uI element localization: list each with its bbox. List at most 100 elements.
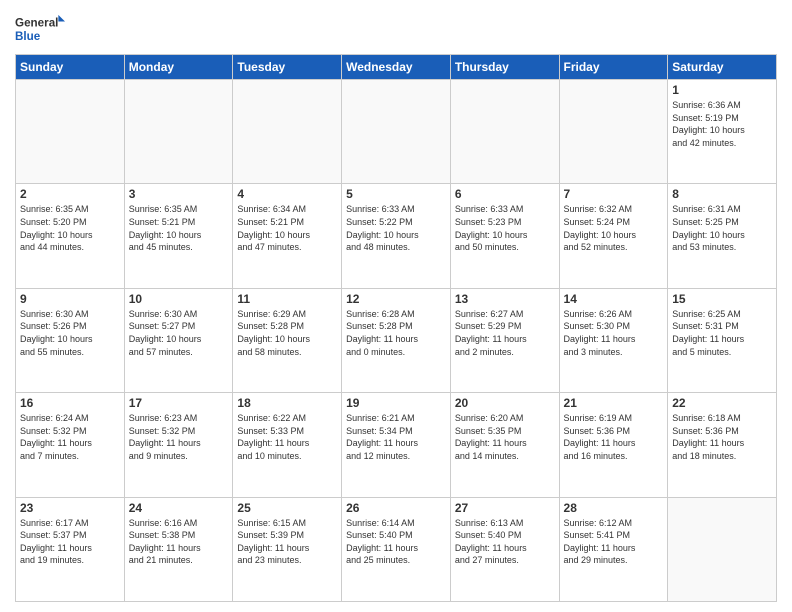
day-info: Sunrise: 6:30 AM Sunset: 5:27 PM Dayligh…: [129, 308, 229, 358]
day-number: 28: [564, 501, 664, 515]
day-number: 17: [129, 396, 229, 410]
day-info: Sunrise: 6:32 AM Sunset: 5:24 PM Dayligh…: [564, 203, 664, 253]
calendar-cell: [668, 497, 777, 601]
day-info: Sunrise: 6:16 AM Sunset: 5:38 PM Dayligh…: [129, 517, 229, 567]
day-number: 23: [20, 501, 120, 515]
calendar-cell: 28 Sunrise: 6:12 AM Sunset: 5:41 PM Dayli…: [559, 497, 668, 601]
day-number: 27: [455, 501, 555, 515]
calendar-header-sunday: Sunday: [16, 55, 125, 80]
day-info: Sunrise: 6:36 AM Sunset: 5:19 PM Dayligh…: [672, 99, 772, 149]
day-number: 21: [564, 396, 664, 410]
calendar-cell: 13 Sunrise: 6:27 AM Sunset: 5:29 PM Dayli…: [450, 288, 559, 392]
calendar-cell: [450, 80, 559, 184]
calendar-cell: 15 Sunrise: 6:25 AM Sunset: 5:31 PM Dayli…: [668, 288, 777, 392]
calendar-cell: [233, 80, 342, 184]
day-number: 14: [564, 292, 664, 306]
day-info: Sunrise: 6:27 AM Sunset: 5:29 PM Dayligh…: [455, 308, 555, 358]
calendar-cell: 3Sunrise: 6:35 AM Sunset: 5:21 PM Daylig…: [124, 184, 233, 288]
calendar-cell: 14 Sunrise: 6:26 AM Sunset: 5:30 PM Dayli…: [559, 288, 668, 392]
calendar-header-row: SundayMondayTuesdayWednesdayThursdayFrid…: [16, 55, 777, 80]
calendar-cell: 24 Sunrise: 6:16 AM Sunset: 5:38 PM Dayli…: [124, 497, 233, 601]
day-info: Sunrise: 6:14 AM Sunset: 5:40 PM Dayligh…: [346, 517, 446, 567]
day-info: Sunrise: 6:20 AM Sunset: 5:35 PM Dayligh…: [455, 412, 555, 462]
day-info: Sunrise: 6:19 AM Sunset: 5:36 PM Dayligh…: [564, 412, 664, 462]
calendar-cell: 25Sunrise: 6:15 AM Sunset: 5:39 PM Dayli…: [233, 497, 342, 601]
day-info: Sunrise: 6:22 AM Sunset: 5:33 PM Dayligh…: [237, 412, 337, 462]
calendar-week-3: 9 Sunrise: 6:30 AM Sunset: 5:26 PM Daylig…: [16, 288, 777, 392]
calendar-cell: 5 Sunrise: 6:33 AM Sunset: 5:22 PM Daylig…: [342, 184, 451, 288]
calendar-cell: 26Sunrise: 6:14 AM Sunset: 5:40 PM Dayli…: [342, 497, 451, 601]
calendar-header-tuesday: Tuesday: [233, 55, 342, 80]
calendar-cell: 18 Sunrise: 6:22 AM Sunset: 5:33 PM Dayli…: [233, 393, 342, 497]
calendar-cell: 23 Sunrise: 6:17 AM Sunset: 5:37 PM Dayli…: [16, 497, 125, 601]
day-info: Sunrise: 6:26 AM Sunset: 5:30 PM Dayligh…: [564, 308, 664, 358]
calendar-cell: 22Sunrise: 6:18 AM Sunset: 5:36 PM Dayli…: [668, 393, 777, 497]
day-info: Sunrise: 6:29 AM Sunset: 5:28 PM Dayligh…: [237, 308, 337, 358]
calendar-header-thursday: Thursday: [450, 55, 559, 80]
calendar-cell: 20 Sunrise: 6:20 AM Sunset: 5:35 PM Dayli…: [450, 393, 559, 497]
day-number: 12: [346, 292, 446, 306]
day-number: 9: [20, 292, 120, 306]
calendar-cell: [16, 80, 125, 184]
calendar-cell: 6 Sunrise: 6:33 AM Sunset: 5:23 PM Daylig…: [450, 184, 559, 288]
calendar-table: SundayMondayTuesdayWednesdayThursdayFrid…: [15, 54, 777, 602]
day-number: 19: [346, 396, 446, 410]
day-number: 16: [20, 396, 120, 410]
calendar-week-4: 16 Sunrise: 6:24 AM Sunset: 5:32 PM Dayli…: [16, 393, 777, 497]
calendar-cell: 19 Sunrise: 6:21 AM Sunset: 5:34 PM Dayli…: [342, 393, 451, 497]
calendar-cell: 7 Sunrise: 6:32 AM Sunset: 5:24 PM Daylig…: [559, 184, 668, 288]
day-info: Sunrise: 6:34 AM Sunset: 5:21 PM Dayligh…: [237, 203, 337, 253]
calendar-cell: 21 Sunrise: 6:19 AM Sunset: 5:36 PM Dayli…: [559, 393, 668, 497]
calendar-cell: 9 Sunrise: 6:30 AM Sunset: 5:26 PM Daylig…: [16, 288, 125, 392]
calendar-header-friday: Friday: [559, 55, 668, 80]
day-info: Sunrise: 6:35 AM Sunset: 5:21 PM Dayligh…: [129, 203, 229, 253]
calendar-week-1: 1Sunrise: 6:36 AM Sunset: 5:19 PM Daylig…: [16, 80, 777, 184]
calendar-cell: 11 Sunrise: 6:29 AM Sunset: 5:28 PM Dayli…: [233, 288, 342, 392]
day-info: Sunrise: 6:25 AM Sunset: 5:31 PM Dayligh…: [672, 308, 772, 358]
calendar-header-monday: Monday: [124, 55, 233, 80]
day-number: 8: [672, 187, 772, 201]
page: General Blue SundayMondayTuesdayWednesda…: [0, 0, 792, 612]
day-info: Sunrise: 6:33 AM Sunset: 5:22 PM Dayligh…: [346, 203, 446, 253]
calendar-cell: [124, 80, 233, 184]
day-number: 11: [237, 292, 337, 306]
day-number: 25: [237, 501, 337, 515]
day-number: 7: [564, 187, 664, 201]
svg-text:General: General: [15, 17, 58, 30]
calendar-cell: 10 Sunrise: 6:30 AM Sunset: 5:27 PM Dayli…: [124, 288, 233, 392]
day-number: 5: [346, 187, 446, 201]
day-info: Sunrise: 6:21 AM Sunset: 5:34 PM Dayligh…: [346, 412, 446, 462]
logo-svg: General Blue: [15, 10, 65, 48]
day-number: 20: [455, 396, 555, 410]
calendar-cell: 1Sunrise: 6:36 AM Sunset: 5:19 PM Daylig…: [668, 80, 777, 184]
calendar-header-wednesday: Wednesday: [342, 55, 451, 80]
calendar-cell: 8 Sunrise: 6:31 AM Sunset: 5:25 PM Daylig…: [668, 184, 777, 288]
day-number: 4: [237, 187, 337, 201]
day-info: Sunrise: 6:24 AM Sunset: 5:32 PM Dayligh…: [20, 412, 120, 462]
day-info: Sunrise: 6:31 AM Sunset: 5:25 PM Dayligh…: [672, 203, 772, 253]
day-number: 13: [455, 292, 555, 306]
day-info: Sunrise: 6:33 AM Sunset: 5:23 PM Dayligh…: [455, 203, 555, 253]
day-info: Sunrise: 6:30 AM Sunset: 5:26 PM Dayligh…: [20, 308, 120, 358]
day-info: Sunrise: 6:13 AM Sunset: 5:40 PM Dayligh…: [455, 517, 555, 567]
calendar-cell: 2Sunrise: 6:35 AM Sunset: 5:20 PM Daylig…: [16, 184, 125, 288]
day-number: 18: [237, 396, 337, 410]
day-number: 10: [129, 292, 229, 306]
svg-text:Blue: Blue: [15, 30, 41, 43]
day-info: Sunrise: 6:12 AM Sunset: 5:41 PM Dayligh…: [564, 517, 664, 567]
day-number: 24: [129, 501, 229, 515]
calendar-header-saturday: Saturday: [668, 55, 777, 80]
day-info: Sunrise: 6:28 AM Sunset: 5:28 PM Dayligh…: [346, 308, 446, 358]
logo: General Blue: [15, 10, 65, 48]
calendar-cell: [342, 80, 451, 184]
calendar-cell: 4 Sunrise: 6:34 AM Sunset: 5:21 PM Daylig…: [233, 184, 342, 288]
calendar-cell: 17 Sunrise: 6:23 AM Sunset: 5:32 PM Dayli…: [124, 393, 233, 497]
day-number: 6: [455, 187, 555, 201]
calendar-cell: [559, 80, 668, 184]
calendar-week-5: 23 Sunrise: 6:17 AM Sunset: 5:37 PM Dayli…: [16, 497, 777, 601]
day-info: Sunrise: 6:23 AM Sunset: 5:32 PM Dayligh…: [129, 412, 229, 462]
calendar-cell: 27 Sunrise: 6:13 AM Sunset: 5:40 PM Dayli…: [450, 497, 559, 601]
day-number: 15: [672, 292, 772, 306]
day-info: Sunrise: 6:17 AM Sunset: 5:37 PM Dayligh…: [20, 517, 120, 567]
calendar-week-2: 2Sunrise: 6:35 AM Sunset: 5:20 PM Daylig…: [16, 184, 777, 288]
